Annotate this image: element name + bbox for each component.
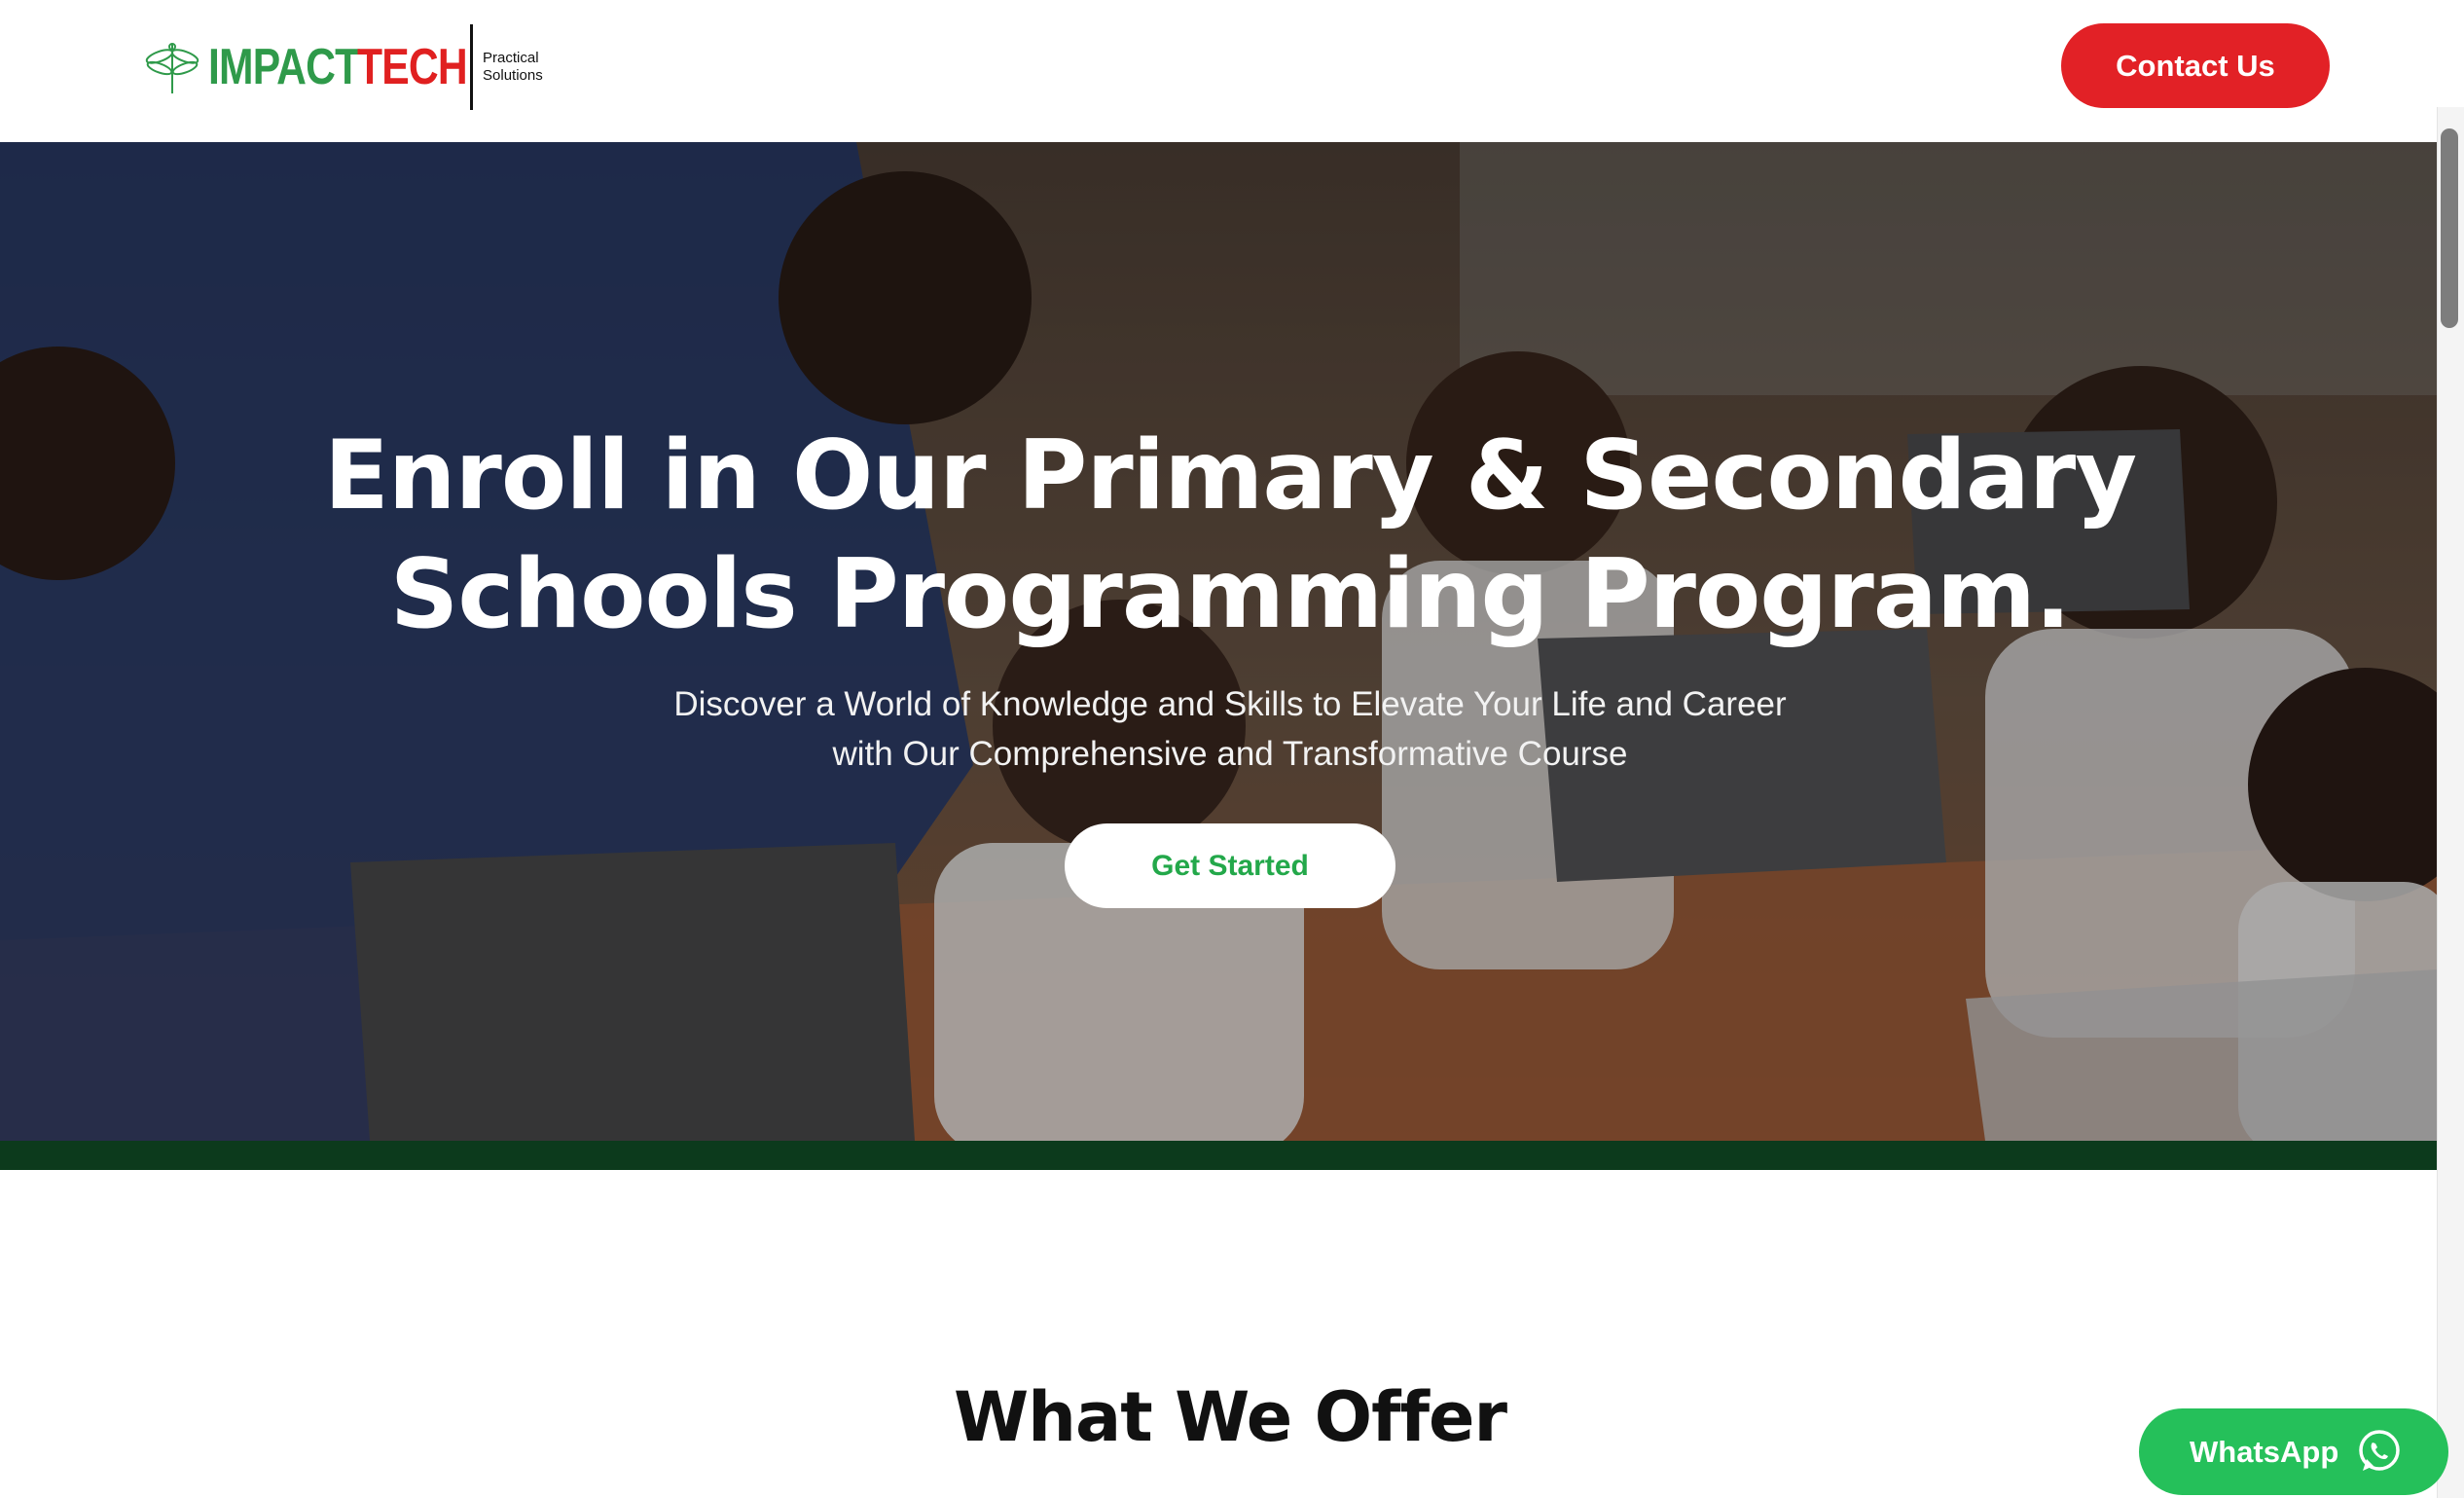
- hero-title-line-2: Schools Programming Program.: [389, 539, 2072, 650]
- contact-us-button[interactable]: Contact Us: [2061, 23, 2330, 108]
- brand-name-tech: TECH: [357, 39, 468, 95]
- hero-subtitle-line-1: Discover a World of Knowledge and Skills…: [673, 685, 1787, 723]
- hero-subtitle: Discover a World of Knowledge and Skills…: [0, 679, 2437, 779]
- hero-subtitle-line-2: with Our Comprehensive and Transformativ…: [832, 735, 1628, 773]
- whatsapp-button[interactable]: WhatsApp: [2139, 1408, 2448, 1495]
- brand-name-impact: IMPACT: [208, 39, 360, 95]
- brand-tagline: Practical Solutions: [483, 50, 543, 85]
- site-header: IMPACT TECH Practical Solutions Contact …: [0, 0, 2464, 142]
- logo-divider: [470, 24, 474, 110]
- whatsapp-label: WhatsApp: [2190, 1434, 2339, 1469]
- section-title-what-we-offer: What We Offer: [953, 1377, 1507, 1457]
- hero-title: Enroll in Our Primary & Secondary School…: [0, 417, 2437, 654]
- scrollbar-thumb[interactable]: [2441, 128, 2458, 328]
- brand-logo[interactable]: IMPACT TECH Practical Solutions: [142, 23, 543, 111]
- hero-bottom-band: [0, 1141, 2437, 1170]
- hero-title-line-1: Enroll in Our Primary & Secondary: [323, 420, 2137, 531]
- whatsapp-icon: [2359, 1430, 2400, 1471]
- hero-section: Enroll in Our Primary & Secondary School…: [0, 142, 2437, 1141]
- tagline-line-2: Solutions: [483, 67, 543, 84]
- get-started-button[interactable]: Get Started: [1065, 823, 1395, 908]
- tagline-line-1: Practical: [483, 50, 539, 66]
- dragonfly-icon: [145, 43, 199, 93]
